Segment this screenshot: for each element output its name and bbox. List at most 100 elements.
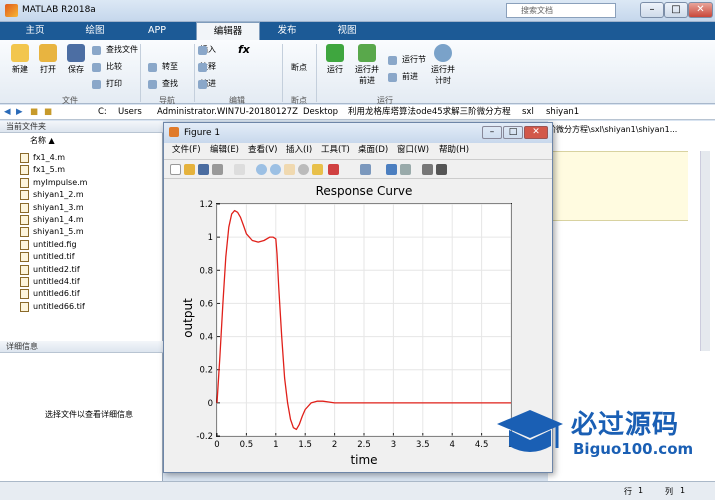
goto-button[interactable]: 转至 (148, 61, 178, 73)
close-button[interactable]: ✕ (688, 2, 713, 18)
forward-icon[interactable]: ▶ (16, 105, 23, 120)
menu-help[interactable]: 帮助(H) (439, 143, 469, 158)
menu-desktop[interactable]: 桌面(D) (358, 143, 388, 158)
tab-editor[interactable]: 编辑器 (196, 22, 260, 40)
file-item[interactable]: untitled.tif (20, 251, 75, 263)
path-desktop[interactable]: Desktop (303, 105, 338, 120)
plot-axes[interactable]: 00.511.522.533.544.55-0.200.20.40.60.811… (196, 200, 513, 450)
file-icon (20, 202, 29, 213)
open-button[interactable]: 打开 (34, 44, 62, 75)
file-item[interactable]: untitled66.tif (20, 301, 85, 313)
menu-insert[interactable]: 插入(I) (286, 143, 312, 158)
file-icon (20, 227, 29, 238)
editor-highlight (548, 151, 688, 221)
brush-icon[interactable] (328, 164, 339, 175)
menu-edit[interactable]: 编辑(E) (210, 143, 239, 158)
tab-strip: 主页 绘图 APP 编辑器 发布 视图 (0, 22, 715, 40)
tab-plots[interactable]: 绘图 (70, 22, 120, 40)
figure-maximize-button[interactable]: □ (503, 126, 523, 139)
run-advance-button[interactable]: 运行并 前进 (352, 44, 382, 86)
fx-button[interactable]: fx (238, 43, 250, 56)
name-column-header[interactable]: 名称 ▲ (30, 135, 55, 146)
save-icon[interactable] (198, 164, 209, 175)
menu-window[interactable]: 窗口(W) (397, 143, 429, 158)
file-item[interactable]: untitled2.tif (20, 264, 80, 276)
figure-minimize-button[interactable]: – (482, 126, 502, 139)
path-root[interactable]: C: (98, 105, 107, 120)
new-figure-icon[interactable] (170, 164, 181, 175)
breakpoints-button[interactable]: 断点 (285, 62, 313, 73)
folder-up-icon[interactable]: ■ (30, 105, 38, 120)
editor-scrollbar[interactable] (700, 151, 710, 351)
x-tick-label: 2.5 (357, 440, 371, 450)
y-tick-label: 0.2 (199, 366, 213, 376)
figure-toolbar (164, 159, 552, 179)
path-shiyan1[interactable]: shiyan1 (546, 105, 579, 120)
legend-icon[interactable] (400, 164, 411, 175)
new-button[interactable]: 新建 (6, 44, 34, 75)
hide-tools-icon[interactable] (422, 164, 433, 175)
x-tick-label: 4.5 (475, 440, 489, 450)
find-files-button[interactable]: 查找文件 (92, 44, 138, 56)
find-button[interactable]: 查找 (148, 78, 178, 90)
run-time-button[interactable]: 运行并 计时 (428, 44, 458, 86)
maximize-button[interactable]: □ (664, 2, 688, 18)
file-item[interactable]: untitled.fig (20, 239, 77, 251)
minimize-button[interactable]: – (640, 2, 664, 18)
compare-button[interactable]: 比较 (92, 61, 122, 73)
pointer-icon[interactable] (234, 164, 245, 175)
file-item[interactable]: untitled4.tif (20, 276, 80, 288)
print-button[interactable]: 打印 (92, 78, 122, 90)
y-tick-label: 1 (208, 233, 213, 243)
file-item[interactable]: shiyan1_3.m (20, 202, 84, 214)
current-folder-panel: 当前文件夹 名称 ▲ fx1_4.m fx1_5.m myImpulse.m shiy… (0, 121, 163, 500)
run-section-button[interactable]: 运行节 (388, 54, 426, 66)
file-item[interactable]: fx1_5.m (20, 164, 65, 176)
dock-icon[interactable] (436, 164, 447, 175)
figure-close-button[interactable]: ✕ (524, 126, 548, 139)
comment-button[interactable]: 注释 (198, 61, 216, 73)
address-bar[interactable]: ◀ ▶ ■ ■ C: Users Administrator.WIN7U-201… (0, 105, 715, 120)
indent-button[interactable]: 缩进 (198, 78, 216, 90)
file-item[interactable]: myImpulse.m (20, 177, 87, 189)
file-icon (20, 252, 29, 263)
pan-icon[interactable] (284, 164, 295, 175)
data-cursor-icon[interactable] (312, 164, 323, 175)
print-icon[interactable] (212, 164, 223, 175)
tab-apps[interactable]: APP (132, 22, 182, 40)
tab-view[interactable]: 视图 (322, 22, 372, 40)
insert-button[interactable]: 插入 (198, 44, 216, 56)
y-tick-label: -0.2 (196, 432, 213, 442)
path-sxl[interactable]: sxl (522, 105, 534, 120)
advance-button[interactable]: 前进 (388, 71, 418, 83)
path-folder[interactable]: 利用龙格库塔算法ode45求解三阶微分方程 (348, 105, 511, 120)
colorbar-icon[interactable] (386, 164, 397, 175)
save-button[interactable]: 保存 (62, 44, 90, 75)
run-button[interactable]: 运行 (321, 44, 349, 75)
file-item[interactable]: shiyan1_2.m (20, 189, 84, 201)
zoom-out-icon[interactable] (270, 164, 281, 175)
search-box[interactable]: 搜索文档 (506, 3, 616, 18)
path-users[interactable]: Users (118, 105, 142, 120)
zoom-in-icon[interactable] (256, 164, 267, 175)
file-item[interactable]: fx1_4.m (20, 152, 65, 164)
browse-icon[interactable]: ■ (44, 105, 52, 120)
graduation-cap-icon (497, 410, 563, 452)
rotate-icon[interactable] (298, 164, 309, 175)
details-hint: 选择文件以查看详细信息 (45, 410, 133, 419)
back-icon[interactable]: ◀ (4, 105, 11, 120)
open-icon[interactable] (184, 164, 195, 175)
y-tick-label: 0.8 (199, 266, 213, 276)
search-input[interactable]: 搜索文档 (521, 6, 553, 15)
menu-tools[interactable]: 工具(T) (321, 143, 350, 158)
tab-home[interactable]: 主页 (10, 22, 60, 40)
menu-file[interactable]: 文件(F) (172, 143, 201, 158)
file-item[interactable]: untitled6.tif (20, 288, 80, 300)
file-item[interactable]: shiyan1_4.m (20, 214, 84, 226)
tab-publish[interactable]: 发布 (262, 22, 312, 40)
row-value: 1 (638, 486, 644, 495)
path-admin[interactable]: Administrator.WIN7U-20180127Z (157, 105, 298, 120)
file-item[interactable]: shiyan1_5.m (20, 226, 84, 238)
link-icon[interactable] (360, 164, 371, 175)
menu-view[interactable]: 查看(V) (248, 143, 277, 158)
